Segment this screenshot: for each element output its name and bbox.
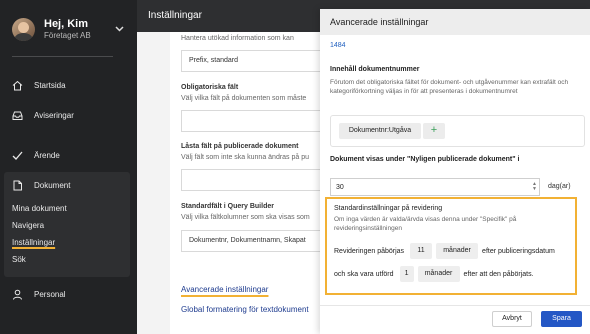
revision-start-row: Revideringen påbörjas 11 månader efter p… bbox=[334, 243, 555, 259]
mandatory-fields-input[interactable] bbox=[181, 110, 331, 132]
doc-number-help: Förutom det obligatoriska fältet för dok… bbox=[330, 79, 569, 95]
setting-label: Standardfält i Query Builder bbox=[181, 203, 274, 210]
home-icon bbox=[12, 80, 23, 91]
doc-number-label: Innehåll dokumentnummer bbox=[330, 66, 420, 73]
revision-done-prefix: och ska vara utförd bbox=[334, 270, 394, 278]
sidebar-subitem-sok[interactable]: Sök bbox=[12, 255, 26, 264]
modal-footer: Avbryt Spara bbox=[320, 305, 590, 334]
sidebar-item-label: Personal bbox=[34, 289, 66, 299]
setting-label: Obligatoriska fält bbox=[181, 84, 239, 91]
document-icon bbox=[12, 180, 23, 191]
recent-days-value: 30 bbox=[336, 184, 344, 191]
revision-done-suffix: efter att den påbörjats. bbox=[463, 270, 534, 278]
sidebar-item-label: Ärende bbox=[34, 150, 60, 160]
save-button[interactable]: Spara bbox=[541, 311, 582, 327]
locked-fields-input[interactable] bbox=[181, 169, 331, 191]
inbox-icon bbox=[12, 110, 23, 121]
revision-done-value[interactable]: 1 bbox=[399, 266, 414, 282]
recent-docs-label: Dokument visas under "Nyligen publicerad… bbox=[330, 156, 520, 163]
sidebar-item-aviseringar[interactable]: Aviseringar bbox=[0, 104, 137, 126]
sidebar-subitem-mina-dokument[interactable]: Mina dokument bbox=[12, 204, 67, 213]
avatar bbox=[12, 17, 35, 41]
sidebar-subitem-installningar[interactable]: Inställningar bbox=[12, 238, 55, 247]
doc-number-tag[interactable]: Dokumentnr:Utgåva bbox=[339, 123, 421, 139]
sidebar-item-label: Startsida bbox=[34, 80, 66, 90]
add-field-button[interactable]: + bbox=[423, 123, 445, 139]
revision-start-prefix: Revideringen påbörjas bbox=[334, 247, 405, 255]
sidebar-subitem-navigera[interactable]: Navigera bbox=[12, 221, 44, 230]
recent-days-input[interactable]: 30 ▲ ▼ bbox=[330, 178, 540, 196]
sidebar: Hej, Kim Företaget AB Startsida Aviserin… bbox=[0, 0, 137, 334]
setting-label: Låsta fält på publicerade dokument bbox=[181, 143, 299, 150]
prefix-field[interactable]: Prefix, standard bbox=[181, 50, 331, 72]
setting-description: Välj fält som inte ska kunna ändras på p… bbox=[181, 154, 310, 161]
user-menu[interactable]: Hej, Kim Företaget AB bbox=[12, 14, 124, 44]
top-value: 1484 bbox=[330, 42, 346, 49]
setting-description: Välj vilka fältkolumner som ska visas so… bbox=[181, 214, 310, 221]
revision-start-unit-select[interactable]: månader bbox=[436, 243, 479, 259]
sidebar-item-startsida[interactable]: Startsida bbox=[0, 74, 137, 96]
revision-defaults-section: Standardinställningar på revidering Om i… bbox=[325, 197, 577, 295]
sidebar-item-label: Dokument bbox=[34, 180, 71, 190]
query-builder-fields-input[interactable]: Dokumentnr, Dokumentnamn, Skapat bbox=[181, 230, 331, 252]
revision-help: Om inga värden är valda/ärvda visas denn… bbox=[334, 216, 517, 232]
revision-start-value[interactable]: 11 bbox=[410, 243, 433, 259]
setting-description: Hantera utökad information som kan bbox=[181, 35, 294, 42]
user-name: Hej, Kim bbox=[44, 17, 89, 30]
sidebar-item-arende[interactable]: Ärende bbox=[0, 144, 137, 166]
setting-description: Välj vilka fält på dokumenten som måste bbox=[181, 95, 307, 102]
revision-done-row: och ska vara utförd 1 månader efter att … bbox=[334, 266, 534, 282]
doc-number-fields: Dokumentnr:Utgåva + bbox=[330, 115, 585, 147]
user-org: Företaget AB bbox=[44, 30, 91, 40]
person-icon bbox=[12, 289, 23, 300]
global-formatting-link[interactable]: Global formatering för textdokument bbox=[181, 305, 309, 314]
sidebar-item-label: Aviseringar bbox=[34, 110, 74, 120]
cancel-button[interactable]: Avbryt bbox=[492, 311, 532, 327]
sidebar-divider bbox=[12, 56, 113, 57]
modal-title: Avancerade inställningar bbox=[320, 9, 590, 35]
revision-label: Standardinställningar på revidering bbox=[334, 205, 443, 212]
stepper-icon[interactable]: ▲ ▼ bbox=[532, 182, 537, 192]
advanced-settings-modal: Avancerade inställningar 1484 Innehåll d… bbox=[320, 9, 590, 334]
recent-days-unit: dag(ar) bbox=[548, 183, 571, 190]
check-icon bbox=[12, 150, 23, 161]
advanced-settings-link[interactable]: Avancerade inställningar bbox=[181, 285, 268, 294]
sidebar-item-dokument[interactable]: Dokument bbox=[0, 174, 137, 196]
chevron-down-icon[interactable] bbox=[115, 24, 124, 34]
revision-start-suffix: efter publiceringsdatum bbox=[482, 247, 555, 255]
sidebar-item-personal[interactable]: Personal bbox=[0, 283, 137, 305]
revision-done-unit-select[interactable]: månader bbox=[417, 266, 460, 282]
